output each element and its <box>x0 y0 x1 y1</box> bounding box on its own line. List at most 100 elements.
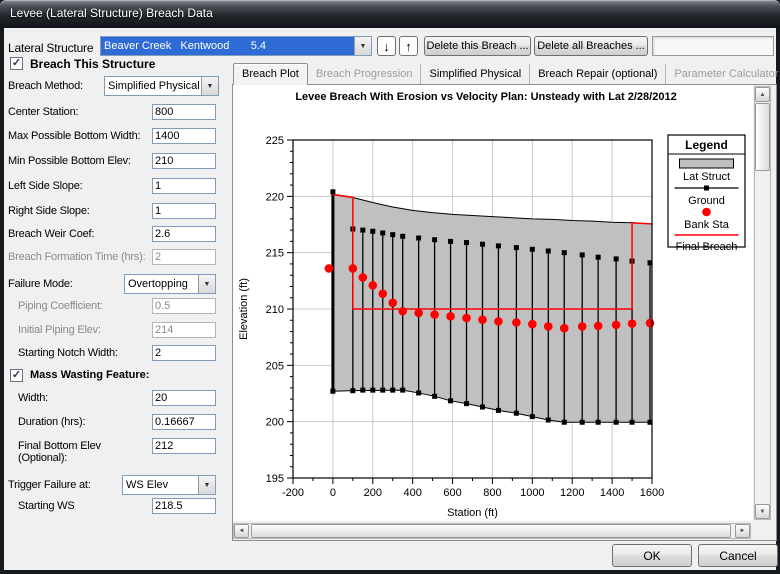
breach-formation-time-hrs-input <box>152 249 216 265</box>
svg-text:200: 200 <box>364 487 382 499</box>
tab-parameter-calculator: Parameter Calculator <box>666 64 780 84</box>
horizontal-scroll-thumb[interactable] <box>251 524 731 538</box>
scroll-right-button[interactable]: ► <box>735 524 750 538</box>
failure-mode-select[interactable]: Overtopping▼ <box>124 274 216 294</box>
ok-button[interactable]: OK <box>612 544 692 567</box>
svg-text:400: 400 <box>403 487 421 499</box>
plot-legend: Legend Lat Struct Ground Bank Sta Final Brea… <box>668 135 745 253</box>
chevron-down-icon[interactable]: ▼ <box>201 77 218 95</box>
tab-breach-repair-optional[interactable]: Breach Repair (optional) <box>530 64 666 84</box>
breach-this-structure-label: Breach This Structure <box>30 57 155 71</box>
arrow-up-icon: ↑ <box>405 39 412 54</box>
scroll-down-button[interactable]: ▼ <box>755 504 770 519</box>
trigger-failure-at-select[interactable]: WS Elev▼ <box>122 475 216 495</box>
window-titlebar[interactable]: Levee (Lateral Structure) Breach Data <box>0 0 780 28</box>
failure-mode-value: Overtopping <box>125 275 198 293</box>
lateral-structure-label: Lateral Structure <box>8 41 93 55</box>
svg-text:225: 225 <box>266 135 284 147</box>
breach-formation-time-hrs-label: Breach Formation Time (hrs): <box>8 251 145 263</box>
right-side-slope-input[interactable] <box>152 203 216 219</box>
svg-text:Bank Sta: Bank Sta <box>684 219 730 231</box>
min-possible-bottom-elev-input[interactable] <box>152 153 216 169</box>
svg-text:215: 215 <box>266 248 284 260</box>
previous-structure-button[interactable]: ↓ <box>377 36 396 56</box>
delete-all-breaches-button[interactable]: Delete all Breaches ... <box>534 36 648 56</box>
svg-text:Final Breach: Final Breach <box>676 241 738 253</box>
lateral-structure-value: Beaver Creek Kentwood 5.4 <box>101 37 354 55</box>
svg-text:200: 200 <box>266 417 284 429</box>
svg-text:0: 0 <box>330 487 336 499</box>
cancel-button[interactable]: Cancel <box>698 544 778 567</box>
svg-text:Lat Struct: Lat Struct <box>683 171 730 183</box>
scroll-left-button[interactable]: ◄ <box>234 524 249 538</box>
next-structure-button[interactable]: ↑ <box>399 36 418 56</box>
width-input[interactable] <box>152 390 216 406</box>
breach-method-value: Simplified Physical <box>105 77 201 95</box>
initial-piping-elev-label: Initial Piping Elev: <box>18 324 101 336</box>
center-station-label: Center Station: <box>8 106 78 118</box>
scroll-up-button[interactable]: ▲ <box>755 87 770 102</box>
duration-hrs-input[interactable] <box>152 414 216 430</box>
toolbar-spare-field <box>652 36 774 56</box>
breach-method-select[interactable]: Simplified Physical▼ <box>104 76 219 96</box>
starting-ws-input[interactable] <box>152 498 216 514</box>
breach-plot-canvas: -200020040060080010001200140016001952002… <box>233 85 753 521</box>
final-bottom-elev-optional-label: Final Bottom Elev (Optional): <box>18 440 138 464</box>
vertical-scroll-thumb[interactable] <box>755 103 770 171</box>
svg-text:195: 195 <box>266 473 284 485</box>
width-label: Width: <box>18 392 48 404</box>
chevron-down-icon[interactable]: ▼ <box>198 476 215 494</box>
chevron-down-icon[interactable]: ▼ <box>198 275 215 293</box>
initial-piping-elev-input <box>152 322 216 338</box>
min-possible-bottom-elev-label: Min Possible Bottom Elev: <box>8 155 131 167</box>
svg-text:220: 220 <box>266 191 284 203</box>
svg-text:Ground: Ground <box>688 195 725 207</box>
plot-title: Levee Breach With Erosion vs Velocity Pl… <box>295 91 676 103</box>
starting-notch-width-label: Starting Notch Width: <box>18 347 118 359</box>
plot-horizontal-scrollbar[interactable]: ◄ ► <box>233 523 751 539</box>
arrow-down-icon: ↓ <box>383 39 390 54</box>
trigger-failure-at-label: Trigger Failure at: <box>8 479 91 491</box>
max-possible-bottom-width-label: Max Possible Bottom Width: <box>8 130 140 142</box>
mass-wasting-feature-label: Mass Wasting Feature: <box>30 369 149 381</box>
breach-plot-area: -200020040060080010001200140016001952002… <box>233 85 753 521</box>
breach-weir-coef-label: Breach Weir Coef: <box>8 228 94 240</box>
x-axis-title: Station (ft) <box>447 507 498 519</box>
center-station-input[interactable] <box>152 104 216 120</box>
tab-strip: Breach PlotBreach ProgressionSimplified … <box>233 62 780 84</box>
svg-text:800: 800 <box>483 487 501 499</box>
svg-text:-200: -200 <box>282 487 304 499</box>
y-axis-title: Elevation (ft) <box>238 278 250 340</box>
svg-text:600: 600 <box>443 487 461 499</box>
mass-wasting-feature-checkbox[interactable]: ✓ <box>10 369 23 382</box>
tab-simplified-physical[interactable]: Simplified Physical <box>421 64 530 84</box>
right-side-slope-label: Right Side Slope: <box>8 205 90 217</box>
failure-mode-label: Failure Mode: <box>8 278 73 290</box>
breach-weir-coef-input[interactable] <box>152 226 216 242</box>
max-possible-bottom-width-input[interactable] <box>152 128 216 144</box>
left-side-slope-label: Left Side Slope: <box>8 180 82 192</box>
tab-breach-plot[interactable]: Breach Plot <box>233 63 308 85</box>
duration-hrs-label: Duration (hrs): <box>18 416 85 428</box>
piping-coefficient-label: Piping Coefficient: <box>18 300 103 312</box>
svg-text:205: 205 <box>266 360 284 372</box>
lateral-structure-select[interactable]: Beaver Creek Kentwood 5.4 ▼ <box>100 36 372 56</box>
starting-notch-width-input[interactable] <box>152 345 216 361</box>
svg-text:Legend: Legend <box>685 138 728 152</box>
piping-coefficient-input <box>152 298 216 314</box>
tab-breach-progression: Breach Progression <box>308 64 422 84</box>
left-side-slope-input[interactable] <box>152 178 216 194</box>
plot-vertical-scrollbar[interactable]: ▲ ▼ <box>754 86 771 520</box>
window-border-bottom <box>0 570 780 574</box>
final-bottom-elev-optional-input[interactable] <box>152 438 216 454</box>
svg-text:210: 210 <box>266 304 284 316</box>
breach-this-structure-checkbox[interactable]: ✓ <box>10 57 23 70</box>
svg-text:1000: 1000 <box>520 487 544 499</box>
starting-ws-label: Starting WS <box>18 500 75 512</box>
window-title: Levee (Lateral Structure) Breach Data <box>10 6 213 20</box>
trigger-failure-at-value: WS Elev <box>123 476 198 494</box>
chevron-down-icon[interactable]: ▼ <box>354 37 371 55</box>
breach-method-label: Breach Method: <box>8 80 83 92</box>
delete-this-breach-button[interactable]: Delete this Breach ... <box>424 36 531 56</box>
svg-text:1600: 1600 <box>640 487 664 499</box>
